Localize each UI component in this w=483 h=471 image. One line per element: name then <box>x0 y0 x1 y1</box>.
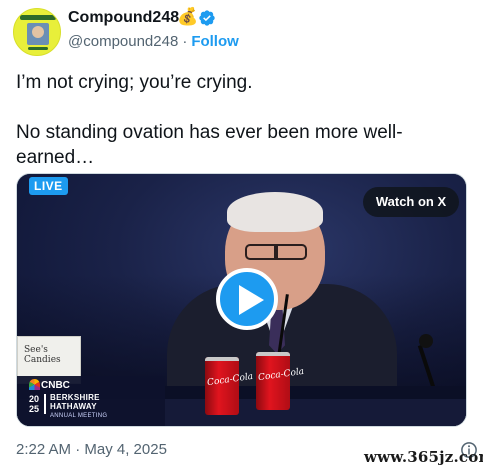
timestamp[interactable]: 2:22 AM · May 4, 2025 <box>16 441 167 458</box>
company-name: BERKSHIRE HATHAWAY <box>50 393 100 411</box>
play-button[interactable] <box>216 268 278 330</box>
person-hair <box>227 192 323 232</box>
moneybag-icon: 💰 <box>177 7 199 26</box>
tweet-line-1: I’m not crying; you’re crying. <box>16 72 253 93</box>
tweet-line-2: No standing ovation has ever been more w… <box>16 122 403 168</box>
tweet-card: Compound248 💰 @compound248 · Follow I’m no… <box>0 0 483 471</box>
video-player[interactable]: Coca-Cola Coca-Cola See's Candies CNBC 2… <box>16 173 467 427</box>
company-line-1: BERKSHIRE <box>50 393 100 402</box>
avatar-banner <box>20 15 56 20</box>
microphone-head <box>419 334 433 348</box>
tweet-text: I’m not crying; you’re crying. No standi… <box>16 70 471 170</box>
soda-can: Coca-Cola <box>256 352 305 410</box>
display-name[interactable]: Compound248 <box>68 9 179 27</box>
cnbc-lower-third: CNBC 20 25 BERKSHIRE HATHAWAY ANNUAL MEETI… <box>17 376 165 426</box>
year-top: 20 <box>29 394 40 404</box>
divider <box>44 394 46 414</box>
peacock-icon <box>29 379 40 390</box>
verified-badge-icon <box>199 10 215 26</box>
sign-text: See's Candies <box>24 345 61 365</box>
handle-row: @compound248 · Follow <box>68 33 239 50</box>
watch-on-x-button[interactable]: Watch on X <box>363 187 459 217</box>
meeting-label: ANNUAL MEETING <box>50 413 108 419</box>
year-bottom: 25 <box>29 404 40 414</box>
avatar[interactable] <box>13 8 61 56</box>
event-year: 20 25 <box>29 394 39 414</box>
separator: · <box>182 33 188 50</box>
company-line-2: HATHAWAY <box>50 402 97 411</box>
user-handle[interactable]: @compound248 <box>68 33 178 50</box>
follow-button[interactable]: Follow <box>191 33 239 50</box>
soda-can: Coca-Cola <box>205 357 254 415</box>
avatar-footer <box>28 47 48 50</box>
live-badge: LIVE <box>29 177 68 195</box>
play-icon <box>239 285 264 315</box>
watermark: www.365jz.com <box>364 448 483 466</box>
network-logo: CNBC <box>41 380 70 391</box>
person-glasses <box>245 244 307 260</box>
avatar-face <box>32 26 44 38</box>
